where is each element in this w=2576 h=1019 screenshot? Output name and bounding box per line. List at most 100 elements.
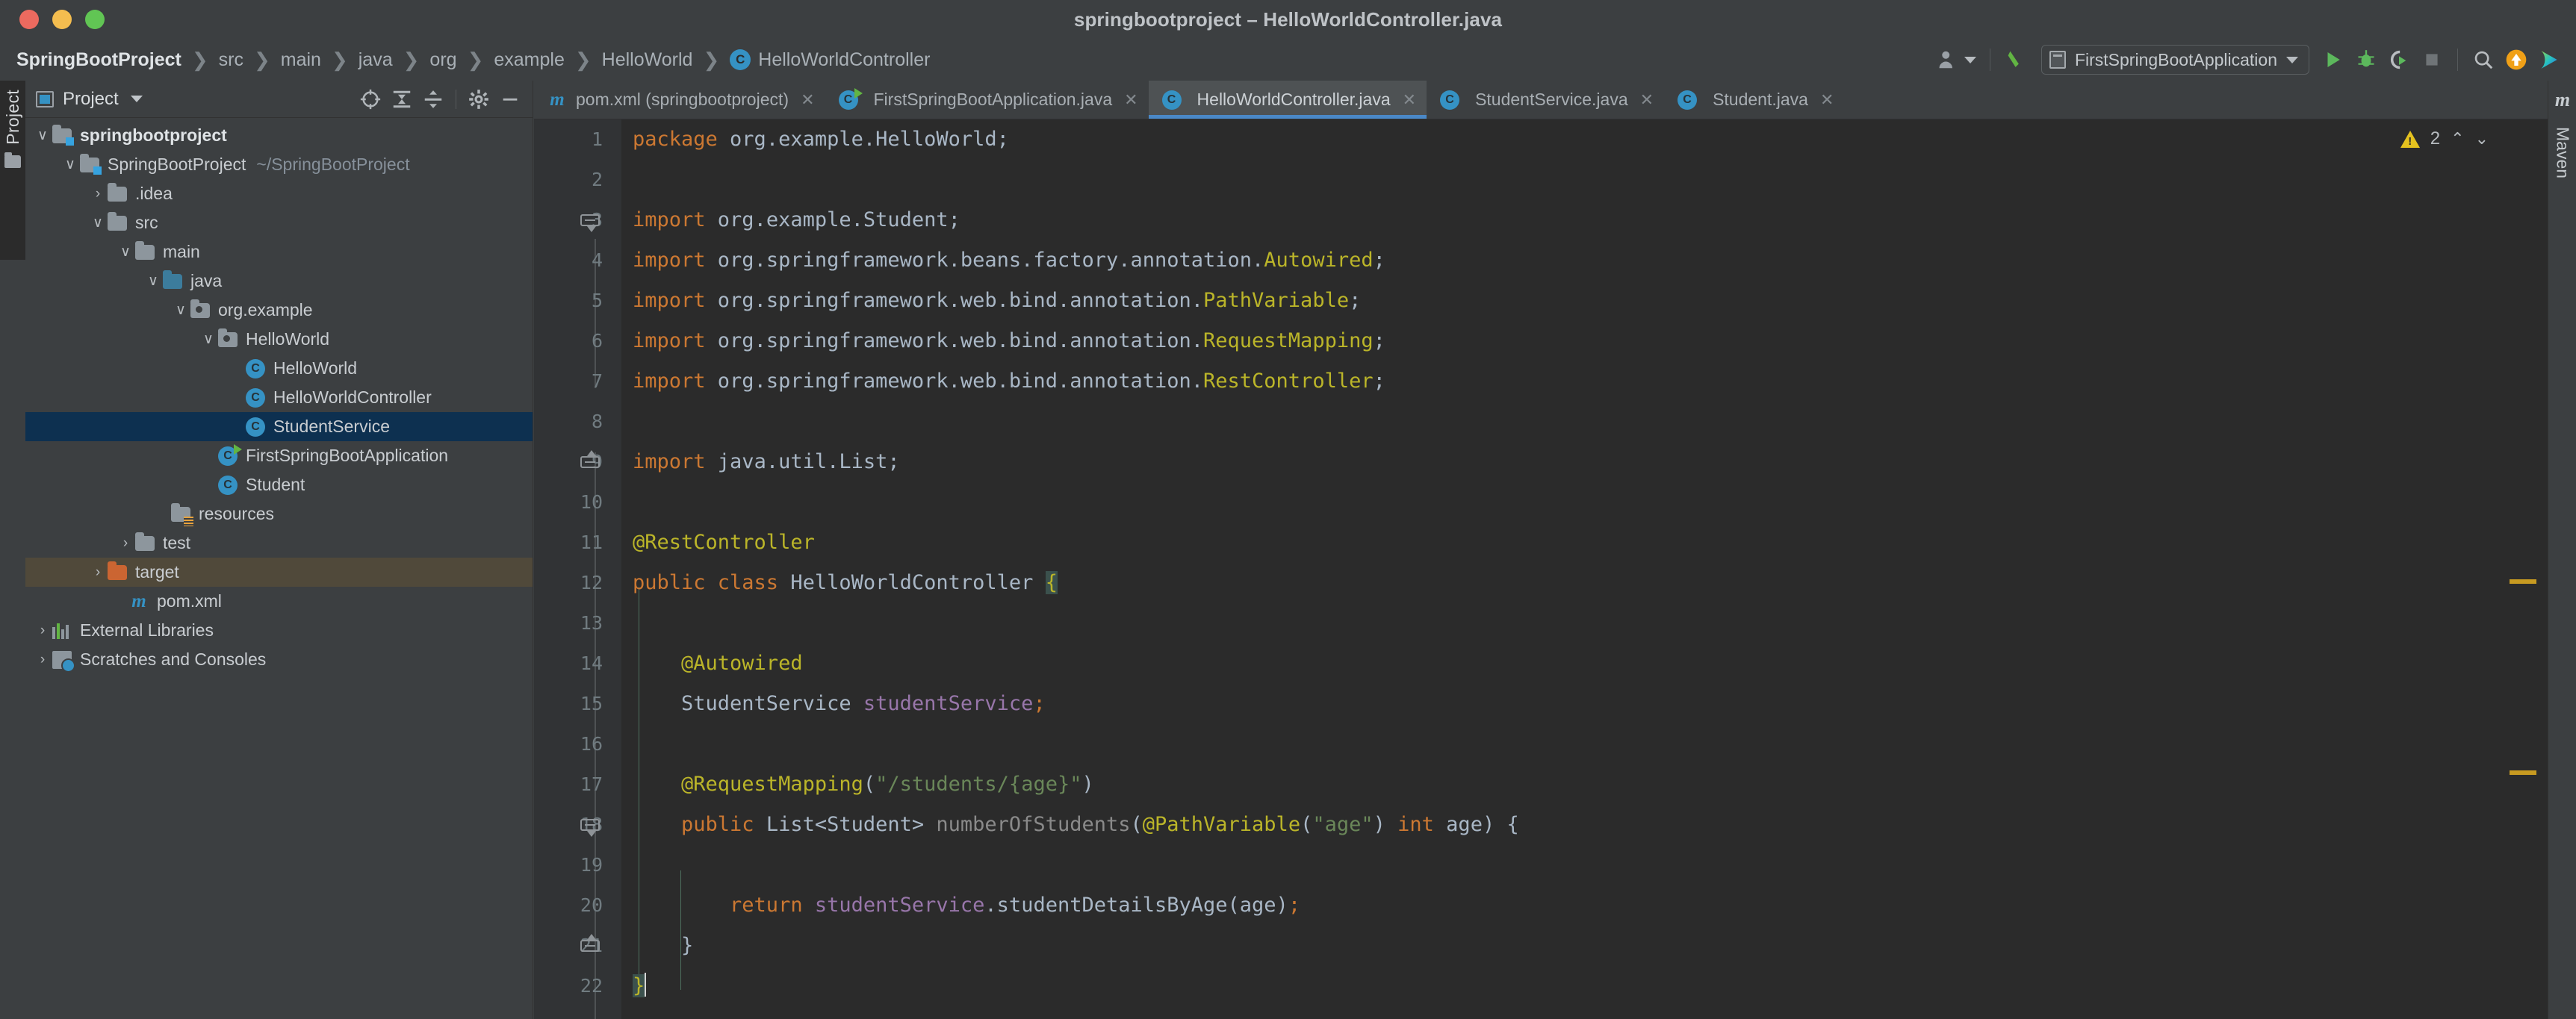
expand-arrow-icon[interactable]: ∨: [60, 156, 80, 173]
stop-button[interactable]: [2415, 43, 2448, 76]
breadcrumb-item-controller[interactable]: C HelloWorldController: [730, 49, 930, 71]
expand-arrow-icon[interactable]: ∨: [143, 272, 163, 290]
breadcrumb-item-main[interactable]: main: [281, 49, 321, 71]
code-fold-icon[interactable]: [580, 934, 600, 952]
code-line[interactable]: 7 import org.springframework.web.bind.ann…: [592, 361, 2499, 402]
tab-pom-xml[interactable]: m pom.xml (springbootproject) ✕: [534, 81, 825, 119]
close-tab-icon[interactable]: ✕: [801, 90, 814, 110]
run-configuration-selector[interactable]: FirstSpringBootApplication: [2040, 45, 2309, 75]
tree-node-student-class[interactable]: C Student: [25, 470, 533, 499]
code-line[interactable]: 2: [592, 160, 2499, 200]
tree-node-studentservice-class[interactable]: C StudentService: [25, 412, 533, 441]
tree-node-resources[interactable]: resources: [25, 499, 533, 529]
code-fold-icon[interactable]: [580, 214, 600, 232]
tree-node-external-libraries[interactable]: › External Libraries: [25, 616, 533, 645]
locate-icon[interactable]: [356, 84, 385, 114]
code-line[interactable]: 16: [580, 724, 2499, 764]
code-content[interactable]: 1 package org.example.HelloWorld; 2 3 import…: [580, 119, 2499, 1019]
code-line[interactable]: 21 }: [580, 926, 2499, 966]
debug-button[interactable]: [2350, 43, 2383, 76]
code-line[interactable]: 1 package org.example.HelloWorld;: [592, 119, 2499, 160]
close-tab-icon[interactable]: ✕: [1403, 90, 1416, 110]
ide-feature-button[interactable]: [2533, 43, 2566, 76]
expand-arrow-icon[interactable]: ›: [116, 535, 135, 552]
close-tab-icon[interactable]: ✕: [1124, 90, 1138, 110]
tree-node-idea[interactable]: › .idea: [25, 179, 533, 208]
tree-node-java[interactable]: ∨ java: [25, 267, 533, 296]
next-problem-icon[interactable]: ⌄: [2475, 129, 2489, 149]
tree-node-springbootproject[interactable]: ∨ springbootproject: [25, 121, 533, 150]
expand-arrow-icon[interactable]: ∨: [33, 127, 52, 144]
code-line[interactable]: 22}: [580, 966, 2499, 1006]
breadcrumb-item-example[interactable]: example: [494, 49, 565, 71]
tab-student[interactable]: C Student.java ✕: [1664, 81, 1844, 119]
breadcrumb-item-src[interactable]: src: [219, 49, 243, 71]
code-fold-icon[interactable]: [580, 450, 600, 468]
maximize-window-button[interactable]: [85, 10, 105, 29]
expand-arrow-icon[interactable]: ∨: [171, 302, 190, 319]
expand-arrow-icon[interactable]: ›: [88, 564, 108, 581]
code-line[interactable]: 15 StudentService studentService;: [580, 684, 2499, 724]
inspection-widget[interactable]: 2 ⌃ ⌄: [2353, 119, 2499, 158]
search-everywhere-button[interactable]: [2467, 43, 2500, 76]
code-line[interactable]: 13: [580, 603, 2499, 644]
tab-firstspringbootapplication[interactable]: C FirstSpringBootApplication.java ✕: [825, 81, 1149, 119]
expand-arrow-icon[interactable]: ›: [33, 652, 52, 668]
code-line[interactable]: 3 import org.example.Student;: [580, 200, 2499, 240]
code-line[interactable]: 5 import org.springframework.web.bind.ann…: [592, 281, 2499, 321]
sidebar-tab-project[interactable]: Project: [0, 81, 25, 260]
code-line[interactable]: 9 import java.util.List;: [580, 442, 2499, 482]
tree-node-helloworldcontroller-class[interactable]: C HelloWorldController: [25, 383, 533, 412]
expand-arrow-icon[interactable]: ›: [33, 623, 52, 639]
collapse-all-icon[interactable]: [418, 84, 448, 114]
tree-node-test[interactable]: › test: [25, 529, 533, 558]
close-tab-icon[interactable]: ✕: [1640, 90, 1654, 110]
update-button[interactable]: [2500, 43, 2533, 76]
code-line[interactable]: 8: [592, 402, 2499, 442]
hide-panel-icon[interactable]: [495, 84, 525, 114]
previous-problem-icon[interactable]: ⌃: [2451, 129, 2464, 149]
minimize-window-button[interactable]: [52, 10, 72, 29]
run-button[interactable]: [2317, 43, 2350, 76]
code-line[interactable]: 11 @RestController: [580, 523, 2499, 563]
tree-node-target[interactable]: › target: [25, 558, 533, 587]
expand-arrow-icon[interactable]: ∨: [116, 243, 135, 261]
code-line[interactable]: 10: [580, 482, 2499, 523]
build-project-button[interactable]: [1999, 43, 2034, 76]
settings-gear-icon[interactable]: [464, 84, 494, 114]
close-tab-icon[interactable]: ✕: [1820, 90, 1834, 110]
code-line[interactable]: 20 return studentService.studentDetailsB…: [580, 885, 2499, 926]
tree-node-helloworld-class[interactable]: C HelloWorld: [25, 354, 533, 383]
sidebar-tab-maven[interactable]: Maven: [2548, 127, 2576, 178]
code-fold-icon[interactable]: [580, 819, 600, 837]
tab-helloworldcontroller[interactable]: C HelloWorldController.java ✕: [1148, 81, 1427, 119]
chevron-down-icon[interactable]: [130, 96, 143, 102]
tree-node-main[interactable]: ∨ main: [25, 237, 533, 267]
tree-node-springbootproject-module[interactable]: ∨ SpringBootProject ~/SpringBootProject: [25, 150, 533, 179]
code-line[interactable]: 4 import org.springframework.beans.factor…: [592, 240, 2499, 281]
account-button[interactable]: [1933, 43, 1981, 76]
breadcrumb-item-helloworld[interactable]: HelloWorld: [602, 49, 693, 71]
code-line[interactable]: 17 @RequestMapping("/students/{age}"): [580, 764, 2499, 805]
tree-node-firstspringbootapplication-class[interactable]: C FirstSpringBootApplication: [25, 441, 533, 470]
maven-file-icon[interactable]: m: [2548, 84, 2576, 116]
tree-node-pom-xml[interactable]: m pom.xml: [25, 587, 533, 616]
code-line[interactable]: 18 public List<Student> numberOfStudents…: [580, 805, 2499, 845]
close-window-button[interactable]: [19, 10, 39, 29]
expand-arrow-icon[interactable]: ∨: [199, 331, 218, 348]
expand-arrow-icon[interactable]: ›: [88, 186, 108, 202]
code-editor[interactable]: 1 package org.example.HelloWorld; 2 3 import…: [534, 119, 2499, 1019]
breadcrumb-item-org[interactable]: org: [429, 49, 456, 71]
tree-node-org-example[interactable]: ∨ org.example: [25, 296, 533, 325]
tree-node-helloworld-package[interactable]: ∨ HelloWorld: [25, 325, 533, 354]
code-line[interactable]: 14 @Autowired: [580, 644, 2499, 684]
editor-error-stripe[interactable]: [2499, 119, 2548, 1019]
tree-node-src[interactable]: ∨ src: [25, 208, 533, 237]
code-line[interactable]: 12 public class HelloWorldController {: [580, 563, 2499, 603]
tab-studentservice[interactable]: C StudentService.java ✕: [1427, 81, 1664, 119]
breadcrumb-item-java[interactable]: java: [359, 49, 393, 71]
expand-all-icon[interactable]: [387, 84, 417, 114]
expand-arrow-icon[interactable]: ∨: [88, 214, 108, 231]
code-line[interactable]: 19: [580, 845, 2499, 885]
tree-node-scratches-and-consoles[interactable]: › Scratches and Consoles: [25, 645, 533, 674]
